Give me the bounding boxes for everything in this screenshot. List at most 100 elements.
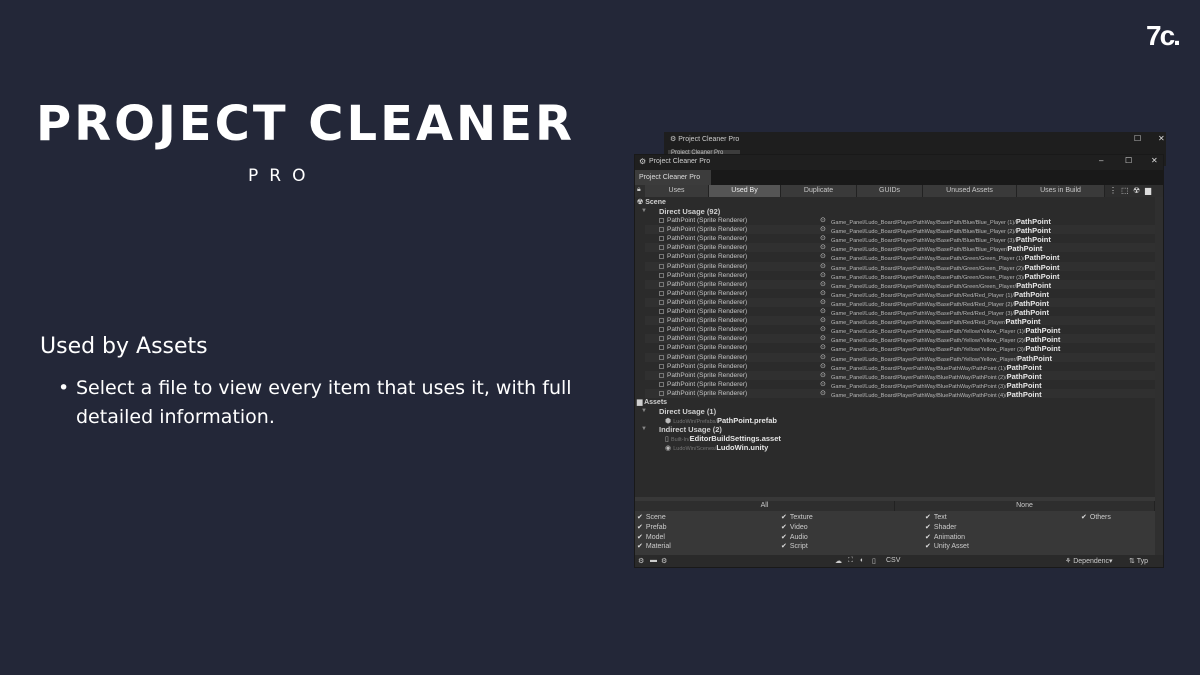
target-icon[interactable]: ⊙ bbox=[820, 325, 826, 333]
target-icon[interactable]: ⊙ bbox=[820, 316, 826, 324]
table-row[interactable]: PathPoint (Sprite Renderer) ⊙ Game_Panel/L… bbox=[645, 380, 1155, 390]
table-row[interactable]: PathPoint (Sprite Renderer) ⊙ Game_Panel/L… bbox=[645, 352, 1155, 363]
folder-icon[interactable]: ▆ bbox=[1145, 186, 1151, 195]
filter-checkbox[interactable]: ✔ Video bbox=[781, 523, 808, 531]
asset-direct-header[interactable]: Direct Usage (1) bbox=[659, 407, 716, 416]
table-row[interactable]: PathPoint (Sprite Renderer) ⊙ Game_Panel/L… bbox=[645, 243, 1155, 253]
maximize-icon[interactable]: ☐ bbox=[1125, 156, 1132, 165]
target-icon[interactable]: ⊙ bbox=[820, 389, 826, 397]
tab-uses-in-build[interactable]: Uses in Build bbox=[1017, 185, 1105, 197]
target-icon[interactable]: ⊙ bbox=[820, 243, 826, 251]
tab-duplicate[interactable]: Duplicate bbox=[781, 185, 857, 197]
expand-icon[interactable]: ⛶ bbox=[848, 557, 853, 565]
view-icon[interactable]: ◐ bbox=[860, 557, 864, 564]
target-icon[interactable]: ⊙ bbox=[820, 280, 826, 288]
table-row[interactable]: PathPoint (Sprite Renderer) ⊙ Game_Panel/L… bbox=[645, 279, 1155, 290]
filter-checkbox[interactable]: ✔ Shader bbox=[925, 523, 956, 531]
filter-checkbox[interactable]: ✔ Text bbox=[925, 513, 947, 521]
table-row[interactable]: PathPoint (Sprite Renderer) ⊙ Game_Panel/L… bbox=[645, 343, 1155, 353]
filter-checkbox[interactable]: ✔ Material bbox=[637, 542, 671, 550]
csv-button[interactable]: CSV bbox=[886, 557, 900, 564]
filter-checkbox[interactable]: ✔ Others bbox=[1081, 513, 1111, 521]
target-icon[interactable]: ⊙ bbox=[820, 371, 826, 379]
target-icon[interactable]: ⊙ bbox=[820, 380, 826, 388]
close-icon[interactable]: ✕ bbox=[1158, 134, 1165, 143]
table-row[interactable]: PathPoint (Sprite Renderer) ⊙ Game_Panel/L… bbox=[645, 307, 1155, 317]
asset-row[interactable]: ◉ LudoWin/Scenes/LudoWin.unity bbox=[665, 443, 768, 452]
table-row[interactable]: PathPoint (Sprite Renderer) ⊙ Game_Panel/L… bbox=[645, 370, 1155, 381]
tab-used-by[interactable]: Used By bbox=[709, 185, 781, 197]
sprite-renderer-icon bbox=[659, 299, 664, 305]
slide-title: PROJECT CLEANER bbox=[36, 96, 575, 152]
lock-icon[interactable]: 🔒︎ bbox=[637, 186, 641, 194]
target-icon[interactable]: ⊙ bbox=[820, 343, 826, 351]
target-icon[interactable]: ⊙ bbox=[820, 262, 826, 270]
target-icon[interactable]: ⊙ bbox=[820, 271, 826, 279]
table-row[interactable]: PathPoint (Sprite Renderer) ⊙ Game_Panel/L… bbox=[645, 325, 1155, 335]
grid-icon[interactable]: ⬚ bbox=[1121, 186, 1129, 195]
tab-uses[interactable]: Uses bbox=[645, 185, 709, 197]
fold-arrow-icon[interactable]: ▼ bbox=[641, 426, 647, 432]
direct-usage-header[interactable]: Direct Usage (92) bbox=[659, 207, 720, 216]
table-row[interactable]: PathPoint (Sprite Renderer) ⊙ Game_Panel/L… bbox=[645, 252, 1155, 262]
sprite-renderer-icon bbox=[659, 336, 664, 342]
scene-group[interactable]: ☢ Scene bbox=[637, 198, 666, 206]
table-row[interactable]: PathPoint (Sprite Renderer) ⊙ Game_Panel/L… bbox=[645, 362, 1155, 372]
tab-project-cleaner[interactable]: Project Cleaner Pro bbox=[635, 170, 711, 185]
asset-row[interactable]: ⬢ LudoWin/Prefabs/PathPoint.prefab bbox=[665, 416, 777, 425]
target-icon[interactable]: ⊙ bbox=[820, 307, 826, 315]
filter-label: Texture bbox=[789, 514, 813, 521]
target-icon[interactable]: ⊙ bbox=[820, 225, 826, 233]
cloud-icon[interactable]: ☁ bbox=[835, 557, 842, 565]
fold-arrow-icon[interactable]: ▼ bbox=[641, 408, 647, 414]
target-icon[interactable]: ⊙ bbox=[820, 334, 826, 342]
scene-icon[interactable]: ☢ bbox=[1133, 186, 1140, 195]
target-icon[interactable]: ⊙ bbox=[820, 289, 826, 297]
filter-checkbox[interactable]: ✔ Prefab bbox=[637, 523, 667, 531]
collapse-icon[interactable]: ▬ bbox=[650, 557, 657, 564]
target-icon[interactable]: ⊙ bbox=[820, 252, 826, 260]
settings-icon[interactable]: ⚙ bbox=[638, 557, 644, 565]
scrollbar[interactable] bbox=[1155, 197, 1163, 555]
target-icon[interactable]: ⊙ bbox=[820, 216, 826, 224]
filter-checkbox[interactable]: ✔ Texture bbox=[781, 513, 813, 521]
filter-none-button[interactable]: None bbox=[895, 501, 1155, 511]
filter-checkbox[interactable]: ✔ Animation bbox=[925, 533, 965, 541]
minimize-icon[interactable]: – bbox=[1099, 156, 1103, 165]
assets-group[interactable]: ▆ Assets bbox=[637, 398, 667, 406]
tab-unused-assets[interactable]: Unused Assets bbox=[923, 185, 1017, 197]
table-row[interactable]: PathPoint (Sprite Renderer) ⊙ Game_Panel/L… bbox=[645, 289, 1155, 299]
filter-checkbox[interactable]: ✔ Scene bbox=[637, 513, 666, 521]
target-icon[interactable]: ⊙ bbox=[820, 353, 826, 361]
filter-all-button[interactable]: All bbox=[635, 501, 895, 511]
tab-guids[interactable]: GUIDs bbox=[857, 185, 923, 197]
filter-checkbox[interactable]: ✔ Audio bbox=[781, 533, 808, 541]
target-icon[interactable]: ⊙ bbox=[820, 234, 826, 242]
filter-icon[interactable]: ⚙ bbox=[661, 557, 667, 565]
table-row[interactable]: PathPoint (Sprite Renderer) ⊙ Game_Panel/L… bbox=[645, 216, 1155, 226]
table-row[interactable]: PathPoint (Sprite Renderer) ⊙ Game_Panel/L… bbox=[645, 297, 1155, 308]
component-name: PathPoint (Sprite Renderer) bbox=[667, 226, 748, 234]
filter-checkbox[interactable]: ✔ Unity Asset bbox=[925, 542, 969, 550]
table-row[interactable]: PathPoint (Sprite Renderer) ⊙ Game_Panel/L… bbox=[645, 388, 1155, 399]
list-icon[interactable]: ⋮ bbox=[1109, 186, 1117, 195]
doc-icon[interactable]: ▯ bbox=[872, 557, 876, 565]
table-row[interactable]: PathPoint (Sprite Renderer) ⊙ Game_Panel/L… bbox=[645, 225, 1155, 235]
dependencies-dropdown[interactable]: ⚘ Dependenc▾ bbox=[1065, 557, 1113, 565]
maximize-icon[interactable]: ☐ bbox=[1134, 134, 1141, 143]
table-row[interactable]: PathPoint (Sprite Renderer) ⊙ Game_Panel/L… bbox=[645, 271, 1155, 281]
asset-indirect-header[interactable]: Indirect Usage (2) bbox=[659, 425, 722, 434]
target-icon[interactable]: ⊙ bbox=[820, 362, 826, 370]
filter-label: Shader bbox=[933, 523, 957, 531]
table-row[interactable]: PathPoint (Sprite Renderer) ⊙ Game_Panel/L… bbox=[645, 234, 1155, 244]
fold-arrow-icon[interactable]: ▼ bbox=[641, 208, 647, 214]
type-dropdown[interactable]: ⇅ Typ bbox=[1129, 557, 1148, 565]
filter-checkbox[interactable]: ✔ Script bbox=[781, 542, 808, 550]
target-icon[interactable]: ⊙ bbox=[820, 298, 826, 306]
asset-row[interactable]: ▯ Built-In/EditorBuildSettings.asset bbox=[665, 434, 781, 443]
table-row[interactable]: PathPoint (Sprite Renderer) ⊙ Game_Panel/L… bbox=[645, 334, 1155, 344]
table-row[interactable]: PathPoint (Sprite Renderer) ⊙ Game_Panel/L… bbox=[645, 316, 1155, 326]
filter-checkbox[interactable]: ✔ Model bbox=[637, 533, 665, 541]
close-icon[interactable]: ✕ bbox=[1151, 156, 1158, 165]
table-row[interactable]: PathPoint (Sprite Renderer) ⊙ Game_Panel/L… bbox=[645, 261, 1155, 272]
